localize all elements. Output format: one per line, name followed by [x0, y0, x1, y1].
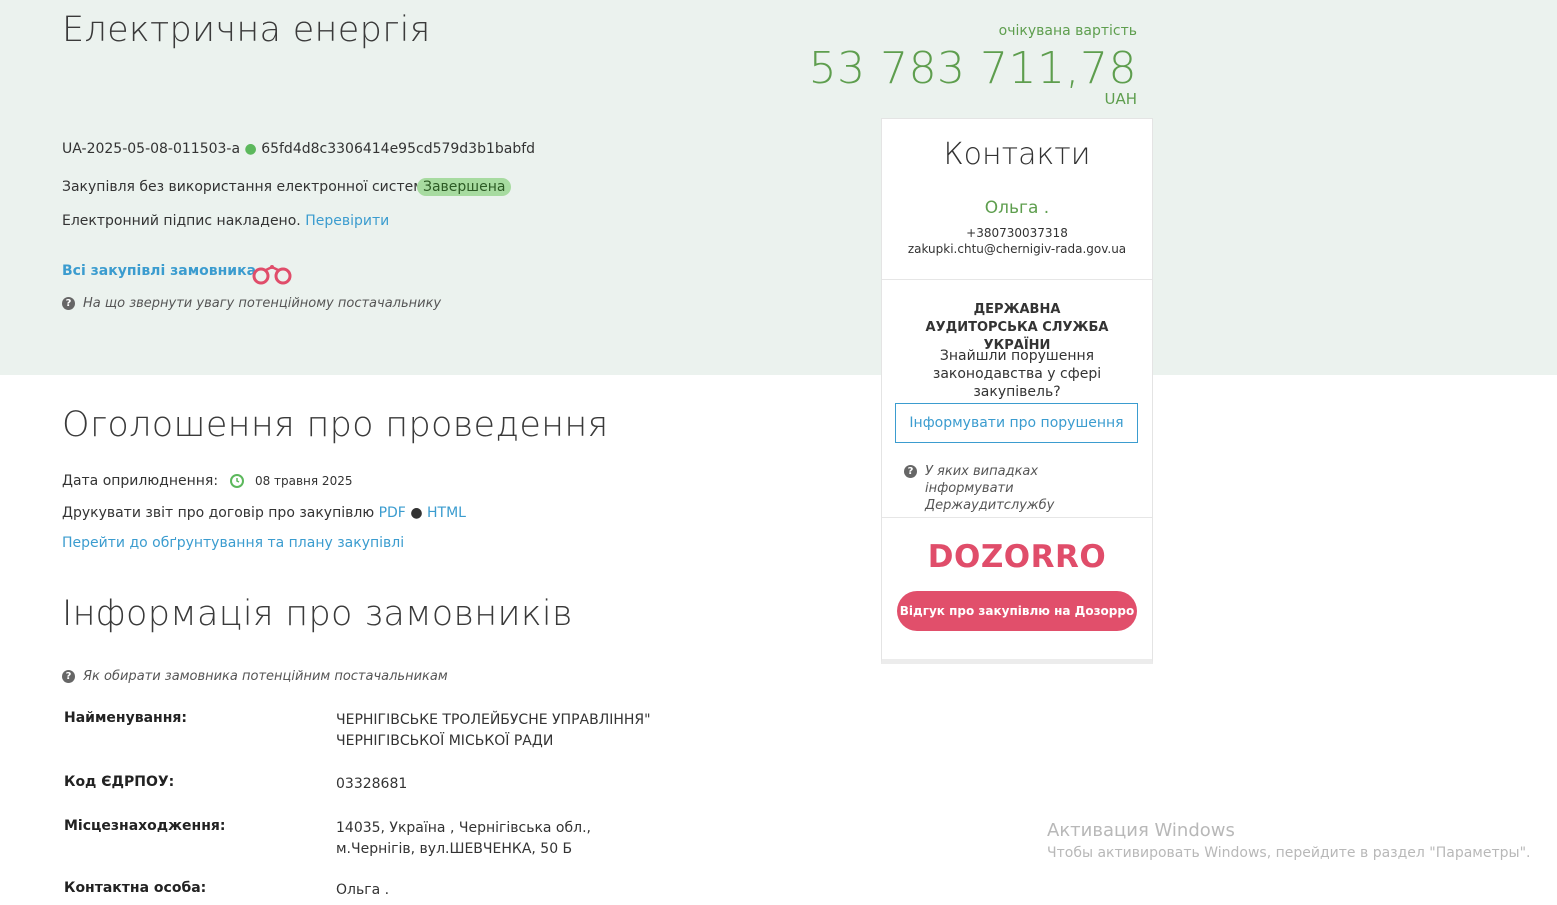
attention-hint[interactable]: ? На що звернути увагу потенційному поста… — [62, 296, 441, 311]
customer-hint-text: Як обирати замовника потенційним постача… — [83, 669, 448, 684]
inform-violation-button[interactable]: Інформувати про порушення — [895, 403, 1138, 443]
question-icon: ? — [62, 297, 75, 310]
question-icon: ? — [904, 465, 917, 478]
customer-hint[interactable]: ? Як обирати замовника потенційним постач… — [62, 669, 448, 684]
publish-date-row: Дата оприлюднення: 08 травня 2025 — [62, 473, 352, 489]
contacts-title: Контакти — [943, 137, 1091, 172]
row-value: Ольга . — [336, 882, 390, 898]
signature-line: Електронний підпис накладено. Перевірити — [62, 213, 389, 229]
divider — [882, 279, 1152, 280]
price-label: очікувана вартість — [998, 23, 1137, 39]
customers-title: Інформація про замовників — [62, 594, 573, 634]
publish-date-value: 08 травня 2025 — [254, 474, 353, 488]
announcement-title: Оголошення про проведення — [62, 405, 609, 445]
contact-name: Ольга . — [984, 198, 1050, 218]
row-key: Найменування: — [64, 710, 187, 726]
attention-hint-text: На що звернути увагу потенційному постач… — [83, 296, 442, 311]
status-badge: Завершена — [417, 178, 512, 196]
signature-text: Електронний підпис накладено. — [62, 213, 301, 229]
row-value: ЧЕРНІГІВСЬКЕ ТРОЛЕЙБУСНЕ УПРАВЛІННЯ" ЧЕР… — [336, 712, 651, 749]
pdf-link[interactable]: PDF — [379, 505, 406, 521]
row-key: Код ЄДРПОУ: — [64, 774, 175, 790]
row-key: Місцезнаходження: — [64, 818, 226, 834]
tender-id-line: UA-2025-05-08-011503-a ● 65fd4d8c3306414… — [62, 141, 535, 157]
plan-link[interactable]: Перейти до обґрунтування та плану закупі… — [62, 535, 404, 551]
audit-hint-text: У яких випадках інформувати Держаудитслу… — [925, 464, 1055, 513]
publish-date-label: Дата оприлюднення: — [62, 473, 219, 489]
procedure-type: Закупівля без використання електронної с… — [62, 179, 433, 195]
html-link[interactable]: HTML — [427, 505, 466, 521]
price-currency: UAH — [1104, 90, 1137, 108]
audit-hint[interactable]: ? У яких випадках інформувати Держаудитсл… — [904, 463, 1125, 514]
row-value: 03328681 — [336, 776, 408, 792]
contacts-panel: Контакти Ольга . +380730037318 zakupki.c… — [881, 118, 1153, 664]
row-value: 14035, Україна , Чернігівська обл., м.Че… — [336, 820, 591, 857]
windows-activation-title: Активация Windows — [1047, 820, 1235, 841]
tender-id: UA-2025-05-08-011503-a — [62, 141, 241, 157]
print-report-row: Друкувати звіт про договір про закупівлю… — [62, 505, 466, 521]
dozorro-logo: DOZORRO — [927, 539, 1107, 575]
dozorro-review-button[interactable]: Відгук про закупівлю на Дозорро — [897, 591, 1137, 631]
separator-dot: ● — [244, 141, 257, 157]
clock-icon — [230, 474, 245, 488]
windows-activation-subtitle: Чтобы активировать Windows, перейдите в … — [1047, 845, 1531, 861]
page-title: Електрична енергія — [62, 10, 431, 50]
contact-email[interactable]: zakupki.chtu@chernigiv-rada.gov.ua — [882, 242, 1152, 256]
tender-hash: 65fd4d8c3306414e95cd579d3b1babfd — [261, 141, 536, 157]
separator-dot: ● — [410, 505, 423, 521]
contact-phone[interactable]: +380730037318 — [882, 226, 1152, 240]
all-purchases-link[interactable]: Всі закупівлі замовника — [62, 263, 256, 279]
question-icon: ? — [62, 670, 75, 683]
binoculars-icon[interactable] — [250, 262, 294, 290]
verify-link[interactable]: Перевірити — [305, 213, 389, 229]
row-key: Контактна особа: — [64, 880, 207, 896]
print-report-text: Друкувати звіт про договір про закупівлю — [62, 505, 375, 521]
audit-question: Знайшли порушення законодавства у сфері … — [932, 348, 1102, 400]
divider — [882, 517, 1152, 518]
price-value: 53 783 711,78 — [808, 43, 1137, 94]
